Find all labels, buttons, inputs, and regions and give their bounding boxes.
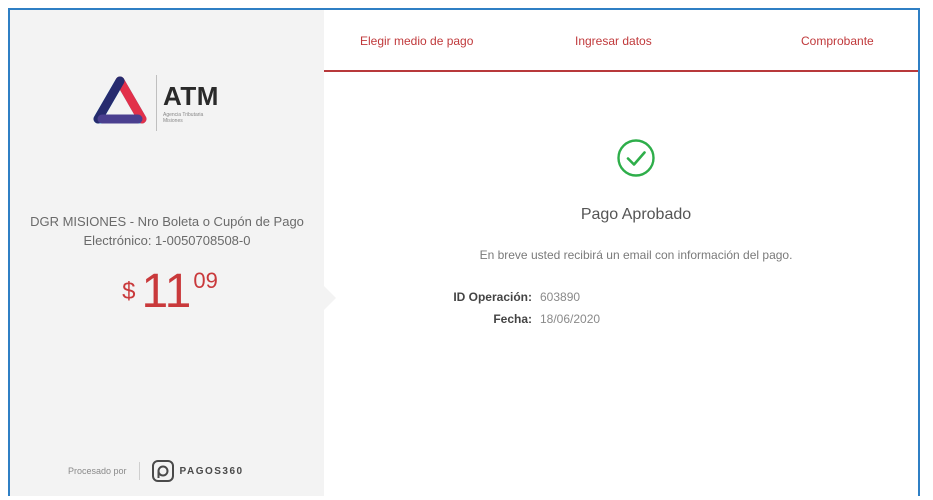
checkout-steps: Elegir medio de pago Ingresar datos Comp… — [324, 10, 918, 72]
logo-title: ATM — [163, 80, 219, 111]
step-enter-data[interactable]: Ingresar datos — [575, 34, 652, 48]
detail-row-date: Fecha: 18/06/2020 — [412, 312, 600, 326]
step-receipt[interactable]: Comprobante — [801, 34, 874, 48]
detail-label: ID Operación: — [453, 290, 532, 304]
amount-currency: $ — [122, 278, 136, 305]
processed-by: Procesado por PAGOS360 — [68, 460, 244, 482]
status-title: Pago Aprobado — [580, 206, 692, 223]
logo-separator — [156, 75, 157, 131]
logo-subtitle: Agencia Tributaria Misiones — [163, 111, 204, 124]
atm-logo: ATM Agencia Tributaria Misiones — [92, 68, 252, 138]
payment-amount: $1109 — [70, 264, 270, 320]
status-message: En breve usted recibirá un email con inf… — [479, 248, 793, 262]
processed-by-label: Procesado por — [68, 466, 127, 476]
check-circle-icon — [617, 139, 655, 177]
payment-result-panel: Elegir medio de pago Ingresar datos Comp… — [324, 10, 918, 496]
detail-value: 18/06/2020 — [540, 312, 601, 326]
processor-brand: PAGOS360 — [179, 465, 244, 477]
amount-decimals: 09 — [193, 268, 218, 293]
detail-row-operation-id: ID Operación: 603890 — [412, 290, 580, 304]
detail-label: Fecha: — [493, 312, 532, 326]
step-payment-method[interactable]: Elegir medio de pago — [360, 34, 473, 48]
atm-logo-icon — [93, 76, 147, 124]
pagos360-icon — [151, 460, 174, 482]
processed-by-separator — [138, 462, 140, 480]
payment-concept: DGR MISIONES - Nro Boleta o Cupón de Pag… — [30, 214, 304, 248]
payment-frame: ATM Agencia Tributaria Misiones DGR MISI… — [8, 8, 920, 496]
detail-value: 603890 — [540, 290, 581, 304]
payment-summary-panel: ATM Agencia Tributaria Misiones DGR MISI… — [10, 10, 336, 496]
amount-integer: 11 — [141, 265, 192, 318]
